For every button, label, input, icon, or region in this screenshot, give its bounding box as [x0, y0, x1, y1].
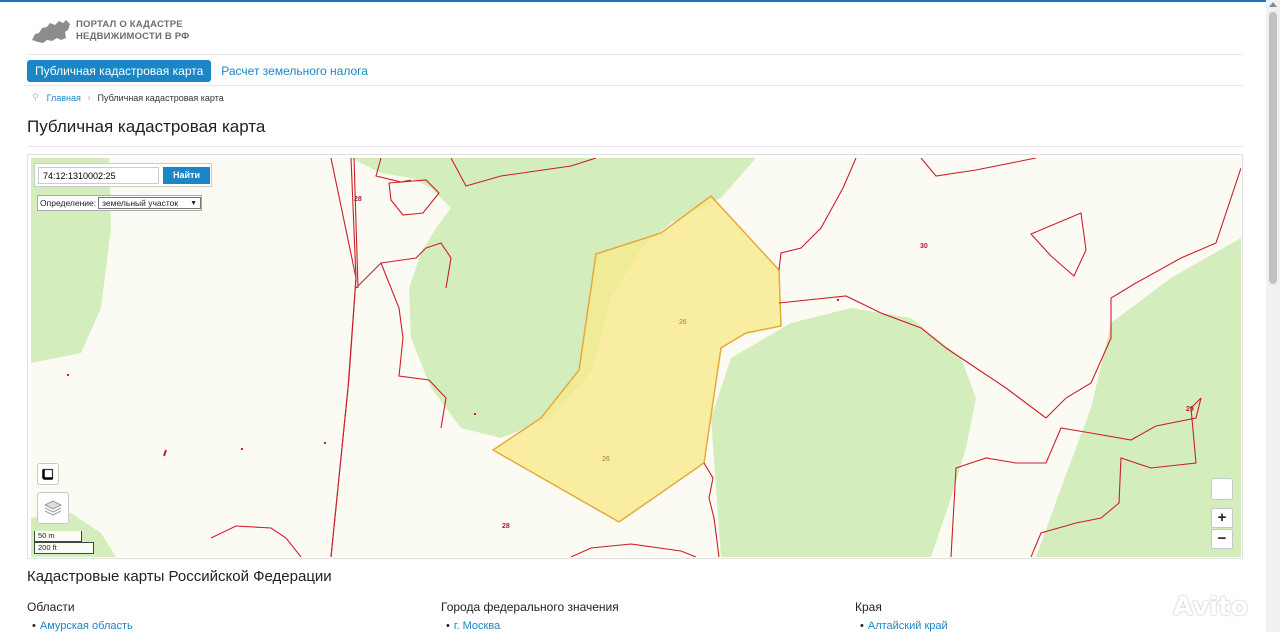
definition-label: Определение: [40, 198, 97, 208]
cadastral-map[interactable]: 28 30 28 29 26 26 [27, 154, 1243, 559]
scroll-up-icon[interactable] [1269, 2, 1277, 7]
corner-square-icon [42, 468, 54, 480]
parcel-label: 28 [354, 196, 362, 203]
layers-icon [44, 500, 62, 516]
top-accent-line [0, 0, 1280, 2]
avito-watermark: Avito [1173, 592, 1249, 622]
cadastral-number-input[interactable] [38, 167, 159, 184]
scale-metric: 50 m [34, 531, 82, 542]
region-link[interactable]: • Алтайский край [860, 620, 948, 632]
scrollbar-thumb[interactable] [1269, 12, 1277, 284]
parcel-label: 26 [602, 456, 610, 463]
divider [27, 85, 1243, 86]
map-point [837, 299, 839, 301]
region-link-label: Амурская область [39, 620, 133, 632]
breadcrumb-home-link[interactable]: Главная [47, 93, 81, 103]
bullet: • [32, 620, 36, 632]
map-point [324, 442, 326, 444]
breadcrumb-current: Публичная кадастровая карта [97, 92, 224, 103]
divider [27, 146, 1243, 147]
regions-section-title: Кадастровые карты Российской Федерации [27, 568, 332, 585]
chevron-right-icon: › [87, 93, 91, 102]
parcel-label: 30 [920, 243, 928, 250]
definition-select-value: земельный участок [102, 198, 179, 208]
main-nav: Публичная кадастровая карта Расчет земел… [27, 60, 368, 82]
page-scrollbar[interactable] [1266, 0, 1280, 632]
parcel-label: 26 [679, 319, 687, 326]
bullet: • [860, 620, 864, 632]
bullet: • [446, 620, 450, 632]
measure-tool-button[interactable] [37, 463, 59, 485]
nav-tab-land-tax[interactable]: Расчет земельного налога [221, 64, 368, 78]
logo-line-1: ПОРТАЛ О КАДАСТРЕ [76, 19, 183, 30]
russia-map-icon [32, 20, 70, 43]
column-title-krais: Края [855, 600, 882, 614]
breadcrumb: ⚲ Главная › Публичная кадастровая карта [32, 92, 224, 103]
scale-imperial: 200 ft [34, 542, 94, 554]
parcel-label: 29 [1186, 406, 1194, 413]
location-pin-icon: ⚲ [32, 92, 39, 102]
site-logo[interactable]: ПОРТАЛ О КАДАСТРЕ НЕДВИЖИМОСТИ В РФ [30, 16, 190, 46]
map-point [241, 448, 243, 450]
column-title-oblasts: Области [27, 600, 75, 614]
map-canvas[interactable]: 28 30 28 29 26 26 [31, 158, 1241, 557]
parcel-label: 28 [502, 523, 510, 530]
find-button[interactable]: Найти [163, 167, 210, 184]
nav-tab-cadastral-map[interactable]: Публичная кадастровая карта [27, 60, 212, 82]
region-link-label: Алтайский край [867, 620, 948, 632]
map-scale: 50 m 200 ft [34, 531, 94, 554]
divider [27, 54, 1243, 55]
column-title-federal-cities: Города федерального значения [441, 600, 619, 614]
region-link-label: г. Москва [453, 620, 501, 632]
definition-select-group: Определение: земельный участок ▼ [37, 195, 203, 211]
definition-select[interactable]: земельный участок ▼ [98, 197, 202, 209]
zoom-in-button[interactable]: + [1211, 508, 1233, 528]
map-point [67, 374, 69, 376]
layers-button[interactable] [37, 492, 69, 524]
page-title: Публичная кадастровая карта [27, 117, 266, 136]
logo-text: ПОРТАЛ О КАДАСТРЕ НЕДВИЖИМОСТИ В РФ [76, 19, 190, 43]
zoom-out-button[interactable]: − [1211, 529, 1233, 549]
region-link[interactable]: • Амурская область [32, 620, 133, 632]
logo-line-2: НЕДВИЖИМОСТИ В РФ [76, 31, 190, 42]
map-point [474, 413, 476, 415]
chevron-down-icon: ▼ [190, 199, 198, 207]
fullscreen-button[interactable] [1211, 478, 1233, 500]
region-link[interactable]: • г. Москва [446, 620, 500, 632]
